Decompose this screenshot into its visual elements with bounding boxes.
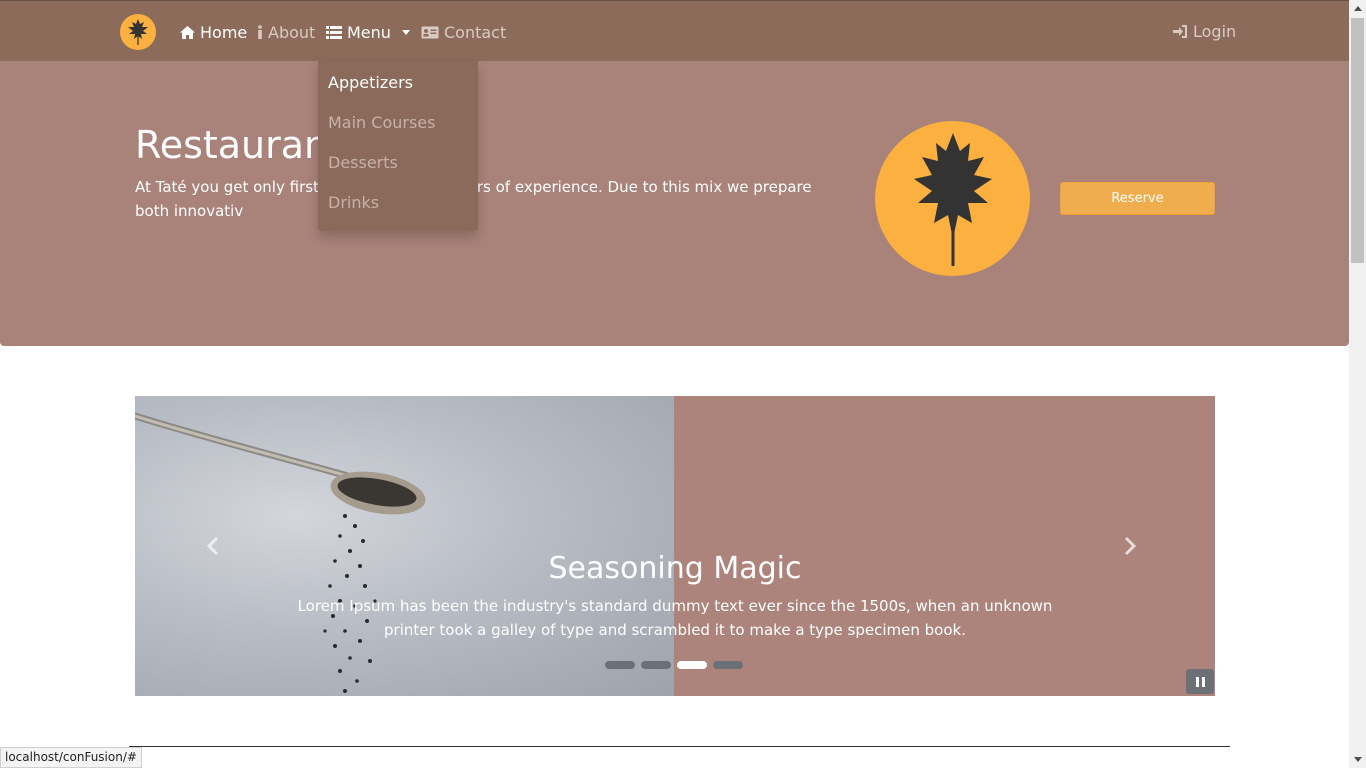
- carousel: Seasoning Magic Lorem Ipsum has been the…: [135, 396, 1215, 696]
- dropdown-item-desserts[interactable]: Desserts: [318, 143, 478, 183]
- dropdown-item-main-courses[interactable]: Main Courses: [318, 103, 478, 143]
- leaf-logo-icon: [913, 133, 992, 266]
- pause-icon: [1195, 676, 1199, 687]
- nav-about-label: About: [268, 22, 316, 42]
- nav-home[interactable]: Home: [179, 20, 247, 44]
- carousel-indicator[interactable]: [641, 661, 671, 669]
- login-link[interactable]: Login: [1172, 19, 1236, 43]
- brand-logo[interactable]: [120, 14, 156, 50]
- nav-menu[interactable]: Menu: [326, 20, 410, 44]
- login-label: Login: [1193, 21, 1237, 41]
- sign-in-icon: [1172, 23, 1188, 39]
- nav-menu-label: Menu: [347, 22, 391, 42]
- home-icon: [179, 24, 195, 40]
- restaurant-logo: [875, 121, 1030, 276]
- carousel-indicator[interactable]: [605, 661, 635, 669]
- nav-contact-label: Contact: [444, 22, 507, 42]
- chevron-down-icon: [401, 29, 410, 35]
- carousel-indicator[interactable]: [713, 661, 743, 669]
- scroll-down-icon[interactable]: [1349, 751, 1366, 768]
- leaf-logo-icon: [128, 19, 148, 45]
- slide-text: Lorem Ipsum has been the industry's stan…: [297, 597, 1053, 639]
- jumbotron-title: Restaurant: [135, 123, 344, 167]
- slide-title: Seasoning Magic: [548, 551, 802, 586]
- carousel-indicators: [605, 661, 743, 669]
- browser-status-bar: localhost/conFusion/#: [0, 747, 142, 768]
- nav-about[interactable]: About: [256, 20, 315, 44]
- navbar: Home About Menu Contact Login: [0, 0, 1349, 61]
- dropdown-item-appetizers[interactable]: Appetizers: [318, 63, 478, 103]
- nav-contact[interactable]: Contact: [420, 20, 506, 44]
- dropdown-item-drinks[interactable]: Drinks: [318, 183, 478, 223]
- info-icon: [256, 24, 263, 40]
- reserve-button[interactable]: Reserve: [1060, 182, 1215, 215]
- list-icon: [326, 24, 342, 40]
- scroll-up-icon[interactable]: [1349, 0, 1366, 17]
- menu-dropdown: Appetizers Main Courses Desserts Drinks: [318, 61, 478, 231]
- carousel-pause-button[interactable]: [1186, 669, 1214, 694]
- nav-home-label: Home: [200, 22, 248, 42]
- page-scrollbar[interactable]: [1349, 0, 1366, 768]
- divider: [129, 746, 1230, 747]
- address-card-icon: [420, 24, 439, 40]
- jumbotron-text: At Taté you get only first-c d our chef …: [135, 178, 812, 220]
- carousel-indicator-active[interactable]: [677, 661, 707, 669]
- scrollbar-thumb[interactable]: [1351, 18, 1364, 263]
